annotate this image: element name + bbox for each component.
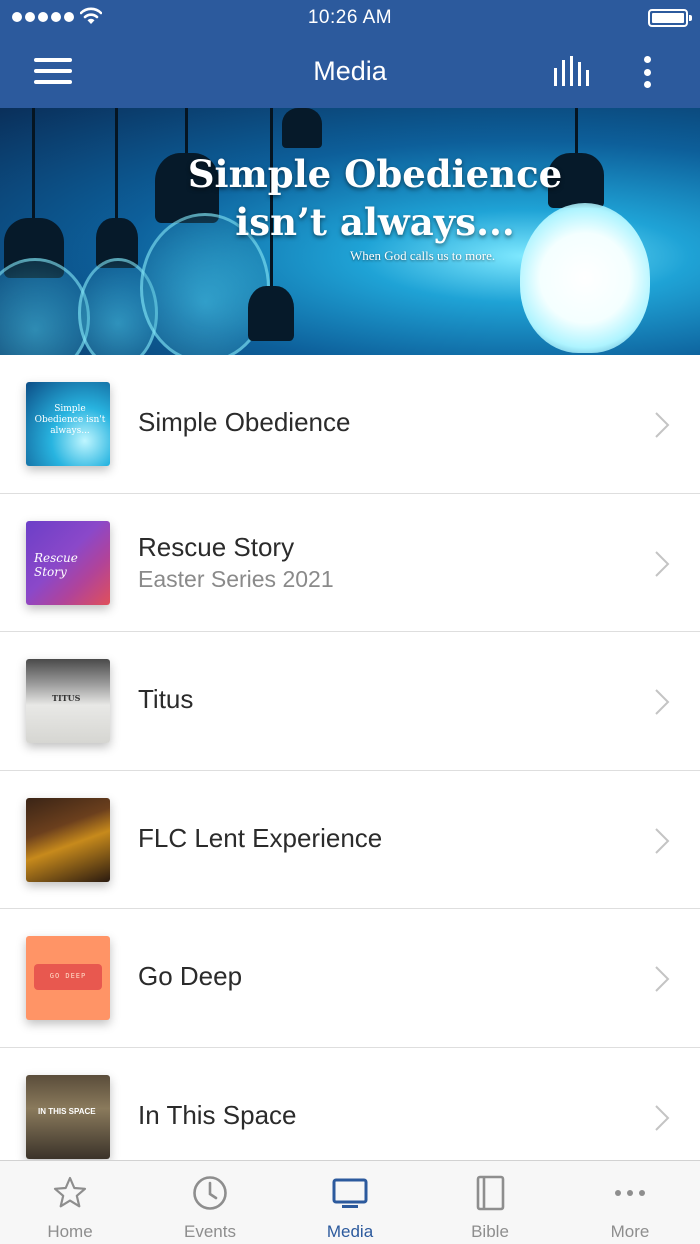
tab-events[interactable]: Events xyxy=(140,1161,280,1244)
series-subtitle: Easter Series 2021 xyxy=(138,565,334,592)
series-thumbnail xyxy=(26,797,110,882)
tab-more[interactable]: More xyxy=(560,1161,700,1244)
banner-title-line2: isn’t always... xyxy=(235,200,515,244)
tab-label: Media xyxy=(326,1222,374,1241)
audio-bars-button[interactable] xyxy=(552,56,592,88)
chevron-right-icon xyxy=(655,1105,670,1131)
thumbnail-text: Rescue Story xyxy=(34,550,78,579)
media-series-list: Simple Obedience isn't always... Simple … xyxy=(0,355,700,1187)
tab-label: Bible xyxy=(471,1222,509,1241)
page-title: Media xyxy=(313,56,387,86)
series-title: Simple Obedience xyxy=(138,407,351,437)
thumbnail-text: Simple Obedience isn't always... xyxy=(34,404,106,436)
book-icon xyxy=(476,1175,505,1211)
chevron-right-icon xyxy=(655,828,670,854)
navigation-bar: Media xyxy=(0,36,700,108)
status-time: 10:26 AM xyxy=(307,7,393,28)
tab-label: Events xyxy=(184,1222,236,1241)
star-icon xyxy=(53,1176,87,1208)
tab-bar: Home Events Media Bible More xyxy=(0,1160,700,1244)
chevron-right-icon xyxy=(655,412,670,438)
list-item[interactable]: Simple Obedience isn't always... Simple … xyxy=(0,355,700,494)
thumbnail-text: TITUS xyxy=(52,693,81,704)
series-thumbnail: GO DEEP xyxy=(26,936,110,1021)
tab-label: More xyxy=(610,1222,650,1241)
tab-label: Home xyxy=(47,1222,93,1241)
list-item[interactable]: GO DEEP Go Deep xyxy=(0,909,700,1048)
thumbnail-text: IN THIS SPACE xyxy=(38,1106,96,1116)
tv-icon xyxy=(332,1178,368,1208)
list-item[interactable]: Rescue Story Rescue Story Easter Series … xyxy=(0,494,700,633)
series-title: Rescue Story xyxy=(138,531,295,562)
series-thumbnail: IN THIS SPACE xyxy=(26,1074,110,1159)
thumbnail-text: GO DEEP xyxy=(49,972,87,981)
featured-banner[interactable]: Simple Obedience isn’t always... When Go… xyxy=(0,108,700,355)
status-bar: 10:26 AM xyxy=(0,0,700,36)
series-thumbnail: TITUS xyxy=(26,659,110,744)
series-title: FLC Lent Experience xyxy=(138,822,383,853)
tab-media[interactable]: Media xyxy=(280,1161,420,1244)
series-thumbnail: Simple Obedience isn't always... xyxy=(26,382,110,466)
series-title: Go Deep xyxy=(138,961,243,992)
chevron-right-icon xyxy=(655,689,670,715)
vertical-dots-icon xyxy=(643,56,651,63)
banner-subtitle: When God calls us to more. xyxy=(350,248,496,263)
series-title: In This Space xyxy=(138,1099,297,1130)
app-header: 10:26 AM Media xyxy=(0,0,700,108)
chevron-right-icon xyxy=(655,550,670,577)
series-title: Titus xyxy=(138,684,194,715)
banner-title: Simple Obedience isn’t always... xyxy=(150,150,600,246)
more-dots-icon xyxy=(615,1190,645,1196)
list-item[interactable]: TITUS Titus xyxy=(0,632,700,771)
banner-title-line1: Simple Obedience xyxy=(187,152,563,196)
clock-icon xyxy=(193,1176,227,1210)
tab-home[interactable]: Home xyxy=(0,1161,140,1244)
list-item[interactable]: FLC Lent Experience xyxy=(0,771,700,910)
series-thumbnail: Rescue Story xyxy=(26,520,110,605)
battery-icon xyxy=(648,9,692,27)
chevron-right-icon xyxy=(655,966,670,993)
tab-bible[interactable]: Bible xyxy=(420,1161,560,1244)
more-options-button[interactable] xyxy=(636,52,658,92)
